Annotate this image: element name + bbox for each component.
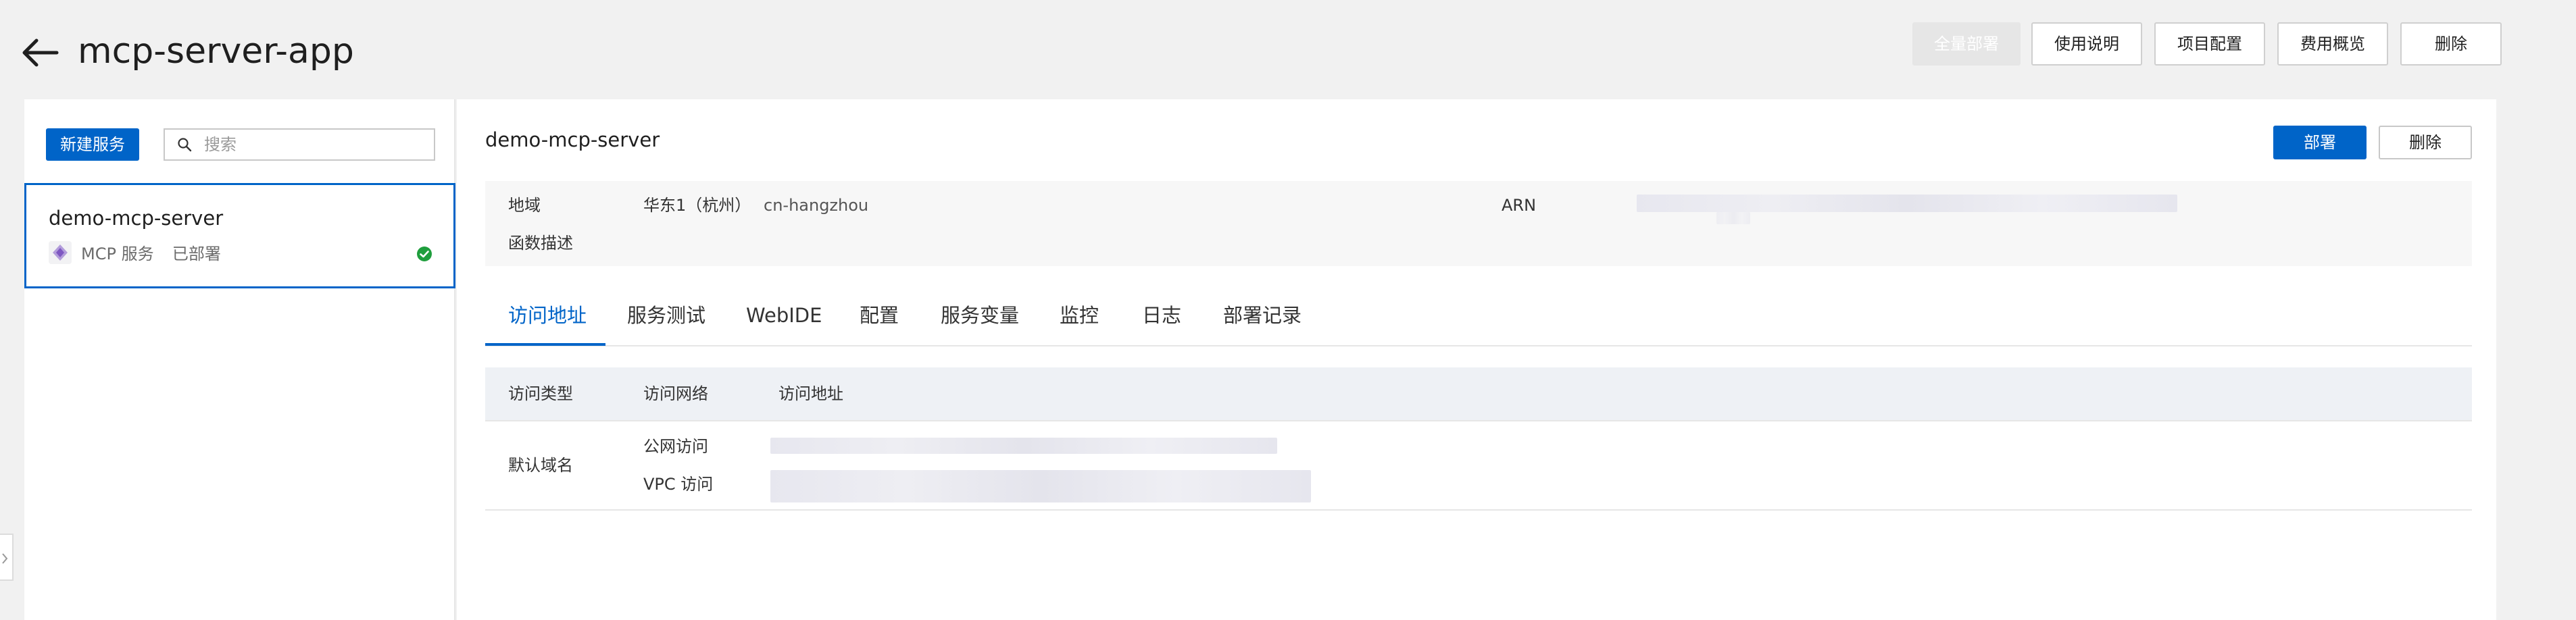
column-header-access-address: 访问地址	[778, 384, 843, 403]
arn-label: ARN	[1502, 196, 1537, 215]
service-detail-title: demo-mcp-server	[485, 128, 660, 151]
service-item-meta: MCP 服务 已部署	[81, 242, 221, 265]
service-status-text: 已部署	[172, 244, 221, 263]
tab-config[interactable]: 配置	[860, 301, 899, 330]
project-config-button[interactable]: 项目配置	[2154, 22, 2265, 66]
tab-service-variables[interactable]: 服务变量	[941, 301, 1019, 330]
tab-monitoring[interactable]: 监控	[1060, 301, 1099, 330]
deploy-all-button[interactable]: 全量部署	[1912, 22, 2021, 66]
tab-service-test[interactable]: 服务测试	[627, 301, 705, 330]
access-type-cell: 默认域名	[508, 456, 573, 475]
service-sidebar	[24, 99, 455, 620]
public-address-redacted[interactable]	[770, 438, 1277, 454]
service-list-item[interactable]	[24, 183, 455, 288]
region-value: 华东1（杭州）	[643, 196, 751, 215]
region-code: cn-hangzhou	[764, 196, 869, 215]
cost-overview-button[interactable]: 费用概览	[2277, 22, 2388, 66]
new-service-button[interactable]: 新建服务	[46, 128, 139, 161]
tabs-divider	[485, 345, 2472, 346]
back-arrow-icon[interactable]	[19, 31, 62, 74]
tab-access-address[interactable]: 访问地址	[508, 301, 587, 330]
service-type: MCP 服务	[81, 244, 154, 263]
table-bottom-border	[485, 509, 2472, 511]
tab-logs[interactable]: 日志	[1142, 301, 1181, 330]
vpc-address-redacted[interactable]	[770, 470, 1311, 502]
active-tab-indicator	[485, 343, 605, 346]
service-item-name: demo-mcp-server	[49, 207, 224, 230]
chevron-right-icon	[2, 553, 8, 564]
description-label: 函数描述	[508, 234, 573, 253]
arn-value-redacted-fragment	[1716, 212, 1750, 224]
mcp-service-icon	[49, 241, 72, 264]
search-input[interactable]	[204, 131, 427, 158]
deploy-button[interactable]: 部署	[2273, 126, 2367, 159]
delete-service-button[interactable]: 删除	[2379, 126, 2472, 159]
vpc-network-label: VPC 访问	[643, 475, 714, 494]
column-header-access-type: 访问类型	[508, 384, 573, 403]
service-detail-panel	[457, 99, 2496, 620]
usage-guide-button[interactable]: 使用说明	[2031, 22, 2142, 66]
delete-app-button[interactable]: 删除	[2400, 22, 2502, 66]
tab-deploy-history[interactable]: 部署记录	[1223, 301, 1302, 330]
tab-webide[interactable]: WebIDE	[746, 301, 822, 330]
sidebar-collapse-toggle[interactable]	[0, 534, 14, 581]
column-header-access-network: 访问网络	[643, 384, 708, 403]
region-label: 地域	[508, 196, 541, 215]
page-title: mcp-server-app	[78, 31, 354, 72]
arn-value-redacted	[1637, 195, 2177, 212]
public-network-label: 公网访问	[643, 437, 708, 456]
table-header-divider	[485, 420, 2472, 421]
deployed-check-icon	[417, 247, 432, 261]
search-icon	[178, 138, 192, 152]
